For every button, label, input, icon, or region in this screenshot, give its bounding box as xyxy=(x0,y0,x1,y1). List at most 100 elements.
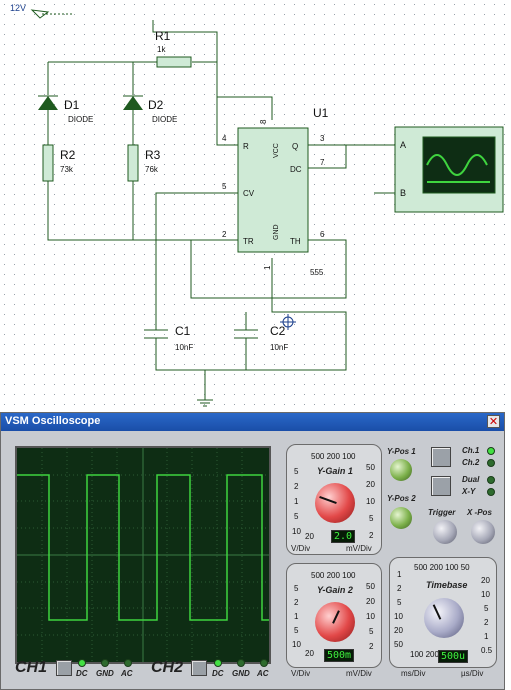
ygain1-knob-pointer xyxy=(319,495,337,505)
timebase-label: Timebase xyxy=(426,580,468,590)
ygain2-right-tick-2: 10 xyxy=(366,612,375,621)
ygain2-right-tick-4: 2 xyxy=(369,642,374,651)
ygain2-right-tick-0: 50 xyxy=(366,582,375,591)
ypos2-label: Y-Pos 2 xyxy=(387,494,416,503)
pin-name-tr: TR xyxy=(243,237,254,246)
ypos2-knob[interactable] xyxy=(390,507,412,529)
r1-ref: R1 xyxy=(155,29,171,43)
pin-name-r: R xyxy=(243,142,249,151)
timebase-left-tick-1: 2 xyxy=(397,584,402,593)
pin-num-4: 4 xyxy=(222,134,227,143)
ch2-dc-led[interactable] xyxy=(214,659,222,667)
pin-name-q: Q xyxy=(292,142,298,151)
ygain1-right-tick-2: 10 xyxy=(366,497,375,506)
timebase-bottom-left: 100 200 xyxy=(410,650,439,659)
xpos-knob[interactable] xyxy=(471,520,495,544)
ygain1-right-tick-1: 20 xyxy=(366,480,375,489)
dual-label: Dual xyxy=(462,475,480,484)
ch1-ac-label: AC xyxy=(121,669,133,678)
r2-value: 73k xyxy=(60,165,74,174)
timebase-display: 500u xyxy=(438,650,468,663)
ch2-select-led xyxy=(487,459,495,467)
timebase-units-left: ms/Div xyxy=(401,669,426,678)
timebase-units-right: µs/Div xyxy=(461,669,484,678)
ch1-dc-led[interactable] xyxy=(78,659,86,667)
close-button[interactable]: ✕ xyxy=(487,415,500,428)
c2-ref: C2 xyxy=(270,324,286,338)
title-bar[interactable]: VSM Oscilloscope ✕ xyxy=(1,413,504,431)
d1-value: DIODE xyxy=(68,115,93,124)
timebase-left-tick-0: 1 xyxy=(397,570,402,579)
r3-value: 76k xyxy=(145,165,159,174)
channel-select-button[interactable] xyxy=(431,447,451,467)
ygain1-right-tick-4: 2 xyxy=(369,531,374,540)
window-title: VSM Oscilloscope xyxy=(5,415,101,427)
timebase-right-tick-4: 1 xyxy=(484,632,489,641)
schematic-canvas[interactable]: 12V R1 1k D1 DIODE D2 DIODE R2 73k R3 76… xyxy=(0,0,511,410)
ypos1-knob[interactable] xyxy=(390,459,412,481)
ch2-invert-button[interactable] xyxy=(191,660,207,676)
pin-num-6: 6 xyxy=(320,230,325,239)
ygain2-panel: 500 200 100 Y-Gain 2 5 2 1 5 10 50 20 10… xyxy=(286,563,382,668)
ch1-dc-label: DC xyxy=(76,669,88,678)
c2-value: 10nF xyxy=(270,343,288,352)
timebase-knob[interactable] xyxy=(424,598,464,638)
timebase-left-tick-5: 50 xyxy=(394,640,403,649)
ch1-invert-button[interactable] xyxy=(56,660,72,676)
ygain1-left-tick-4: 10 xyxy=(292,527,301,536)
timebase-left-tick-4: 20 xyxy=(394,626,403,635)
pin-num-3: 3 xyxy=(320,134,325,143)
timebase-right-tick-1: 10 xyxy=(481,590,490,599)
scope-input-b: B xyxy=(400,188,406,198)
pin-name-vcc: VCC xyxy=(273,143,280,158)
c1-value: 10nF xyxy=(175,343,193,352)
pin-num-8: 8 xyxy=(259,119,268,124)
ch1-select-label: Ch.1 xyxy=(462,446,480,455)
ygain1-knob[interactable] xyxy=(315,483,355,523)
ygain1-bottom-left: 20 xyxy=(305,532,314,541)
ygain2-knob[interactable] xyxy=(315,602,355,642)
c1-ref: C1 xyxy=(175,324,191,338)
ygain1-left-tick-3: 5 xyxy=(294,512,299,521)
timebase-left-tick-2: 5 xyxy=(397,598,402,607)
ch1-ac-led[interactable] xyxy=(124,659,132,667)
u1-part: 555 xyxy=(310,268,324,277)
timebase-right-tick-2: 5 xyxy=(484,604,489,613)
xy-label: X-Y xyxy=(462,487,476,496)
ch1-gnd-led[interactable] xyxy=(101,659,109,667)
ch2-label: CH2 xyxy=(151,659,184,676)
ch2-gnd-label: GND xyxy=(232,669,250,678)
ch2-dc-label: DC xyxy=(212,669,224,678)
ch1-gnd-label: GND xyxy=(96,669,114,678)
pin-name-gnd: GND xyxy=(273,224,280,240)
pin-name-dc: DC xyxy=(290,165,302,174)
ygain2-left-tick-2: 1 xyxy=(294,612,299,621)
dual-led xyxy=(487,476,495,484)
ygain2-left-tick-3: 5 xyxy=(294,626,299,635)
ygain1-left-tick-0: 5 xyxy=(294,467,299,476)
ch2-ac-label: AC xyxy=(257,669,269,678)
ch2-ac-led[interactable] xyxy=(260,659,268,667)
xpos-label: X -Pos xyxy=(467,508,492,517)
pin-name-th: TH xyxy=(290,237,301,246)
timebase-right-tick-3: 2 xyxy=(484,618,489,627)
ygain1-right-tick-0: 50 xyxy=(366,463,375,472)
trigger-knob[interactable] xyxy=(433,520,457,544)
oscilloscope-window[interactable]: VSM Oscilloscope ✕ CH1 DC GND AC CH2 DC … xyxy=(0,412,505,690)
ygain2-units-left: V/Div xyxy=(291,669,311,678)
ch1-label: CH1 xyxy=(15,659,48,676)
ygain2-left-tick-4: 10 xyxy=(292,640,301,649)
scope-input-a: A xyxy=(400,140,406,150)
ygain1-left-tick-1: 2 xyxy=(294,482,299,491)
ygain2-knob-pointer xyxy=(332,610,340,624)
ygain2-right-tick-3: 5 xyxy=(369,627,374,636)
ygain2-scale-top: 500 200 100 xyxy=(311,571,356,580)
pin-num-1: 1 xyxy=(263,265,272,270)
mode-select-button[interactable] xyxy=(431,476,451,496)
oscilloscope-symbol[interactable]: A B xyxy=(394,126,504,213)
ch2-gnd-led[interactable] xyxy=(237,659,245,667)
timebase-panel: 500 200 100 50 Timebase 1 2 5 10 20 50 2… xyxy=(389,557,497,668)
r3-ref: R3 xyxy=(145,148,161,162)
pin-num-7: 7 xyxy=(320,158,325,167)
ch2-select-label: Ch.2 xyxy=(462,458,480,467)
